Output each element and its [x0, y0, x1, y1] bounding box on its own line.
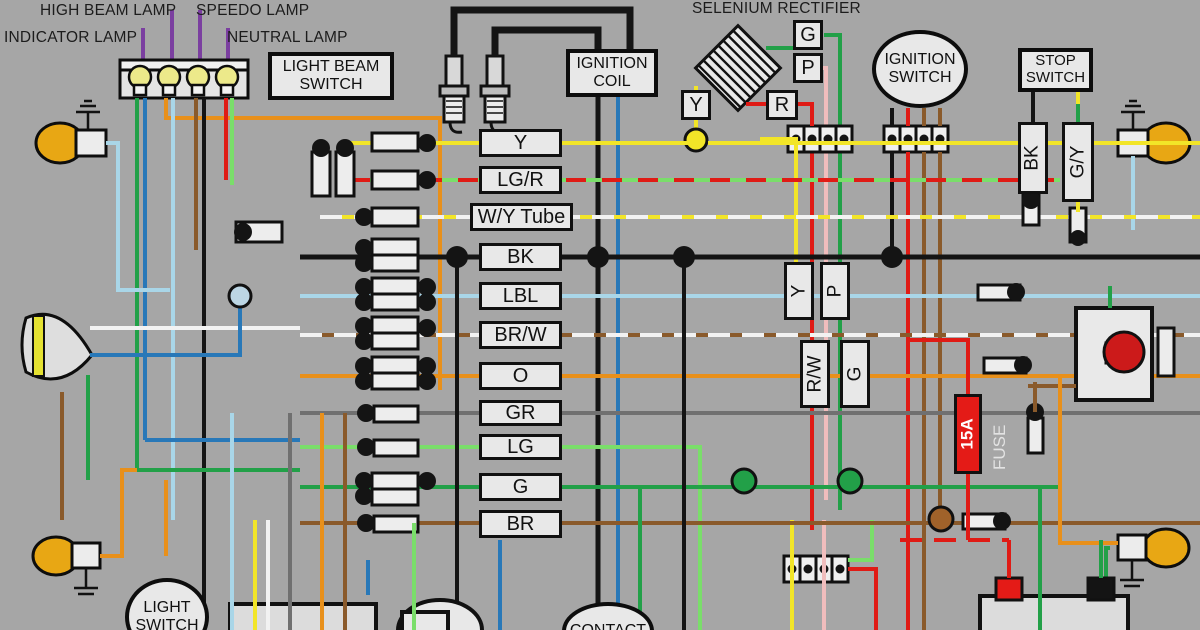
spark-plug-1-graphic	[438, 54, 470, 134]
speedo-lamp-label: SPEEDO LAMP	[196, 2, 310, 19]
rect-label-p: P	[793, 53, 823, 83]
vlabel-g2: G	[840, 340, 870, 408]
vlabel-gy: G/Y	[1062, 122, 1094, 202]
wire-label-g-text: G	[512, 476, 529, 498]
light-beam-switch[interactable]: LIGHT BEAM SWITCH	[268, 52, 394, 100]
wire-label-lg-text: LG	[507, 436, 534, 458]
fuse-word: FUSE	[990, 425, 1035, 490]
rect-label-g-text: G	[800, 24, 816, 46]
vlabel-p-text: P	[824, 284, 845, 298]
indicator-lamp-lowerright-graphic	[1116, 527, 1191, 588]
rect-label-r-text: R	[774, 94, 790, 116]
wire-label-y: Y	[479, 129, 562, 157]
high-beam-lamp-label: HIGH BEAM LAMP	[40, 2, 177, 19]
vlabel-y: Y	[784, 262, 814, 320]
selenium-rectifier-label: SELENIUM RECTIFIER	[692, 0, 861, 17]
light-beam-switch-label: LIGHT BEAM SWITCH	[282, 58, 380, 93]
ignition-switch-label: IGNITION SWITCH	[884, 50, 956, 86]
vlabel-gy-text: G/Y	[1067, 145, 1089, 179]
rect-label-p-text: P	[801, 57, 815, 79]
wire-label-lbl: LBL	[479, 282, 562, 310]
wire-label-y-text: Y	[513, 132, 528, 154]
vlabel-p: P	[820, 262, 850, 320]
wire-label-gr: GR	[479, 400, 562, 426]
indicator-lamp-right-graphic	[1116, 99, 1192, 165]
wire-label-bk-text: BK	[507, 246, 534, 268]
ignition-switch[interactable]: IGNITION SWITCH	[872, 30, 968, 108]
contact-breaker-graphic	[400, 610, 450, 630]
vlabel-g2-text: G	[844, 366, 865, 382]
stop-switch[interactable]: STOP SWITCH	[1018, 48, 1093, 92]
ignition-coil[interactable]: IGNITION COIL	[566, 49, 658, 97]
headlight-graphic	[20, 312, 94, 381]
wire-label-o-text: O	[512, 365, 529, 387]
rect-label-y-text: Y	[689, 94, 703, 116]
connector-block-right-graphic	[882, 124, 950, 154]
wire-label-wy-tube-text: W/Y Tube	[477, 206, 566, 228]
fuse-rating-text: 15A	[958, 418, 977, 450]
vlabel-bk: BK	[1018, 122, 1048, 194]
rect-label-g: G	[793, 20, 823, 50]
vlabel-y-text: Y	[788, 284, 809, 298]
wire-label-br-text: BR	[506, 513, 535, 535]
wire-label-lg: LG	[479, 434, 562, 460]
wire-label-g: G	[479, 473, 562, 501]
stop-switch-label: STOP SWITCH	[1025, 52, 1086, 86]
wire-label-gr-text: GR	[505, 402, 536, 424]
wire-label-lg-r: LG/R	[479, 166, 562, 194]
rect-label-y: Y	[681, 90, 711, 120]
light-switch-label: LIGHT SWITCH	[135, 598, 199, 630]
ignition-coil-label: IGNITION COIL	[576, 55, 648, 90]
wire-label-br: BR	[479, 510, 562, 538]
indicator-lamp-left-graphic	[34, 99, 108, 165]
generator-graphic	[228, 602, 378, 630]
vlabel-rw: R/W	[800, 340, 830, 408]
wire-label-wy-tube: W/Y Tube	[470, 203, 573, 231]
fuse-word-text: FUSE	[990, 424, 1009, 470]
indicator-lamp-label: INDICATOR LAMP	[4, 29, 138, 46]
wire-label-bk: BK	[479, 243, 562, 271]
wiring-diagram-canvas: .w{fill:none;stroke-linecap:butt;} .y {s…	[0, 0, 1200, 630]
vlabel-rw-text: R/W	[804, 355, 825, 393]
wire-label-br-w-text: BR/W	[494, 324, 547, 346]
battery-graphic	[978, 576, 1130, 630]
wire-label-lbl-text: LBL	[502, 285, 539, 307]
wire-label-br-w: BR/W	[479, 321, 562, 349]
wire-label-o: O	[479, 362, 562, 390]
vlabel-bk-text: BK	[1022, 145, 1044, 171]
neutral-lamp-label: NEUTRAL LAMP	[227, 29, 348, 46]
indicator-lamp-lowerleft-graphic	[31, 535, 102, 596]
spark-plug-2-graphic	[479, 54, 511, 134]
fuse-15a: 15A	[954, 394, 982, 474]
contact-breaker-label: CONTACT	[570, 622, 646, 630]
tail-lamp-assembly-graphic	[1074, 306, 1176, 402]
wire-label-lg-r-text: LG/R	[497, 169, 544, 191]
rect-label-r: R	[766, 90, 798, 120]
